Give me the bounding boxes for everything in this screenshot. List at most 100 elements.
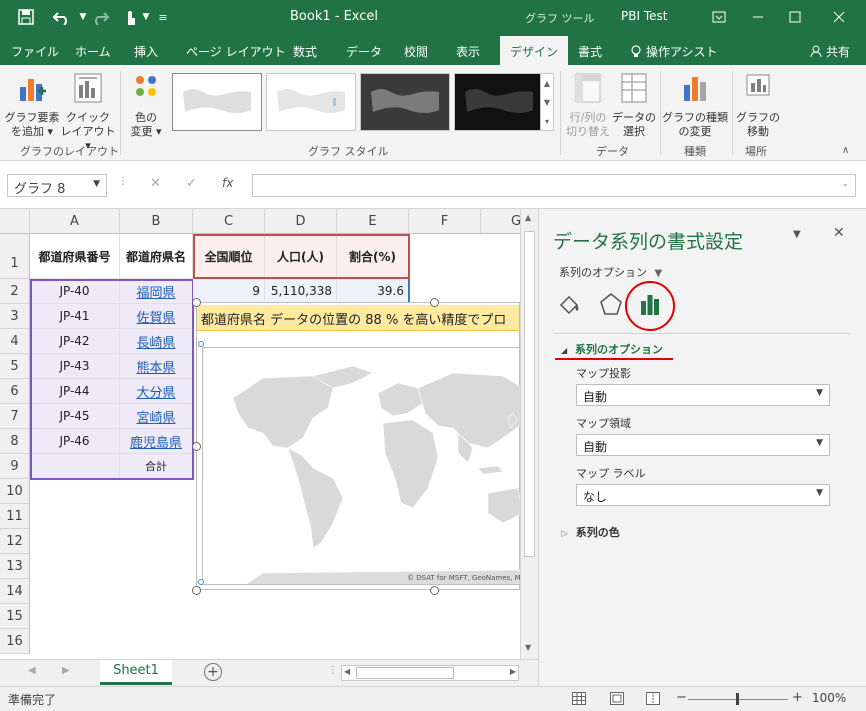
- switch-row-column-button[interactable]: 行/列の 切り替え: [564, 71, 612, 139]
- column-header[interactable]: E: [337, 209, 409, 234]
- tell-me-box[interactable]: 操作アシスト: [630, 43, 718, 60]
- ratio-cell[interactable]: 39.6: [337, 279, 409, 304]
- add-chart-element-button[interactable]: グラフ要素 を追加 ▾: [4, 71, 60, 139]
- page-layout-view-icon[interactable]: [610, 692, 624, 708]
- insert-function-icon[interactable]: fx: [222, 176, 233, 190]
- formula-input[interactable]: ⌄: [252, 174, 856, 197]
- tab-formulas[interactable]: 数式: [293, 43, 317, 60]
- minimize-icon[interactable]: [741, 4, 775, 30]
- prefecture-cell[interactable]: 宮崎県: [120, 404, 193, 429]
- pane-close-icon[interactable]: ✕: [833, 225, 845, 241]
- column-header[interactable]: D: [265, 209, 337, 234]
- fill-line-icon[interactable]: [557, 291, 583, 320]
- touch-dropdown-icon[interactable]: ▼: [140, 6, 152, 28]
- expand-formula-icon[interactable]: ⌄: [841, 179, 849, 189]
- name-box[interactable]: グラフ 8 ▼: [7, 174, 107, 197]
- tab-format[interactable]: 書式: [578, 43, 602, 60]
- close-icon[interactable]: [822, 4, 856, 30]
- undo-dropdown-icon[interactable]: ▼: [78, 6, 88, 28]
- row-header[interactable]: 15: [0, 604, 30, 629]
- code-cell[interactable]: JP-43: [30, 354, 120, 379]
- scroll-left-icon[interactable]: ◀: [344, 667, 350, 676]
- total-label-cell[interactable]: 合計: [120, 454, 193, 479]
- move-chart-button[interactable]: グラフの 移動: [734, 71, 782, 139]
- row-header[interactable]: 10: [0, 479, 30, 504]
- undo-icon[interactable]: [48, 6, 76, 28]
- row-header[interactable]: 6: [0, 379, 30, 404]
- column-header[interactable]: F: [409, 209, 481, 234]
- scroll-up-icon[interactable]: ▲: [525, 213, 531, 222]
- select-all-corner[interactable]: [0, 209, 30, 234]
- scroll-thumb[interactable]: [524, 231, 535, 557]
- resize-handle[interactable]: [430, 298, 439, 307]
- series-color-section[interactable]: ▷ 系列の色: [561, 524, 620, 540]
- prefecture-cell[interactable]: 鹿児島県: [120, 429, 193, 454]
- pane-options-icon[interactable]: ▼: [793, 229, 801, 240]
- code-cell[interactable]: JP-44: [30, 379, 120, 404]
- map-labels-select[interactable]: なし ▼: [576, 484, 830, 506]
- resize-handle[interactable]: [192, 298, 201, 307]
- cancel-icon[interactable]: ✕: [150, 176, 161, 191]
- page-break-view-icon[interactable]: [646, 692, 660, 708]
- change-chart-type-button[interactable]: グラフの種類 の変更: [662, 71, 728, 139]
- gallery-scroll[interactable]: ▲ ▼ ▾: [540, 73, 554, 131]
- code-cell[interactable]: JP-40: [30, 279, 120, 304]
- column-header[interactable]: C: [193, 209, 265, 234]
- code-cell[interactable]: JP-41: [30, 304, 120, 329]
- zoom-level[interactable]: 100%: [812, 691, 846, 705]
- scroll-right-icon[interactable]: ▶: [510, 667, 516, 676]
- tab-file[interactable]: ファイル: [11, 43, 59, 60]
- rank-cell[interactable]: 9: [193, 279, 265, 304]
- column-header[interactable]: B: [120, 209, 193, 234]
- header-cell[interactable]: 全国順位: [193, 234, 265, 279]
- user-name[interactable]: PBI Test: [621, 9, 667, 23]
- row-header[interactable]: 4: [0, 329, 30, 354]
- share-button[interactable]: 共有: [810, 43, 850, 60]
- prev-sheet-icon[interactable]: ◀: [28, 665, 36, 676]
- row-header[interactable]: 2: [0, 279, 30, 304]
- chart-style-4[interactable]: [454, 73, 544, 131]
- customize-toolbar-icon[interactable]: ≡: [156, 6, 170, 28]
- row-header[interactable]: 13: [0, 554, 30, 579]
- row-header[interactable]: 5: [0, 354, 30, 379]
- normal-view-icon[interactable]: [572, 692, 586, 708]
- resize-handle[interactable]: [192, 442, 201, 451]
- maximize-icon[interactable]: [778, 4, 812, 30]
- chart-style-3[interactable]: [360, 73, 450, 131]
- change-colors-button[interactable]: 色の 変更 ▾: [124, 71, 168, 139]
- scroll-down-icon[interactable]: ▼: [525, 643, 531, 652]
- resize-handle[interactable]: [192, 586, 201, 595]
- row-header[interactable]: 16: [0, 629, 30, 654]
- code-cell[interactable]: JP-45: [30, 404, 120, 429]
- column-header[interactable]: A: [30, 209, 120, 234]
- row-header[interactable]: 11: [0, 504, 30, 529]
- vertical-scrollbar[interactable]: ▲ ▼: [520, 209, 538, 659]
- next-sheet-icon[interactable]: ▶: [62, 665, 70, 676]
- tab-page-layout[interactable]: ページ レイアウト: [186, 43, 286, 60]
- add-sheet-icon[interactable]: +: [204, 663, 222, 681]
- series-options-dropdown[interactable]: 系列のオプション ▼: [559, 264, 662, 280]
- prefecture-cell[interactable]: 佐賀県: [120, 304, 193, 329]
- population-cell[interactable]: 5,110,338: [265, 279, 337, 304]
- plot-area[interactable]: © DSAT for MSFT, GeoNames, Micr: [202, 347, 522, 585]
- prefecture-cell[interactable]: 福岡県: [120, 279, 193, 304]
- map-area-select[interactable]: 自動 ▼: [576, 434, 830, 456]
- quick-layout-button[interactable]: クイック レイアウト ▾: [60, 71, 116, 153]
- header-cell[interactable]: 都道府県名: [120, 234, 193, 279]
- chart-style-2[interactable]: [266, 73, 356, 131]
- code-cell[interactable]: JP-42: [30, 329, 120, 354]
- resize-handle[interactable]: [430, 586, 439, 595]
- prefecture-cell[interactable]: 長崎県: [120, 329, 193, 354]
- enter-icon[interactable]: ✓: [186, 176, 197, 191]
- column-header[interactable]: G: [481, 209, 520, 234]
- map-projection-select[interactable]: 自動 ▼: [576, 384, 830, 406]
- zoom-slider-thumb[interactable]: [736, 693, 739, 705]
- header-cell[interactable]: 都道府県番号: [30, 234, 120, 279]
- header-cell[interactable]: 人口(人): [265, 234, 337, 279]
- collapse-ribbon-icon[interactable]: ∧: [842, 145, 849, 156]
- effects-icon[interactable]: [598, 291, 624, 320]
- empty-cell[interactable]: [30, 454, 120, 479]
- ribbon-display-icon[interactable]: [702, 4, 736, 30]
- select-data-button[interactable]: データの 選択: [612, 71, 656, 139]
- tab-view[interactable]: 表示: [456, 43, 480, 60]
